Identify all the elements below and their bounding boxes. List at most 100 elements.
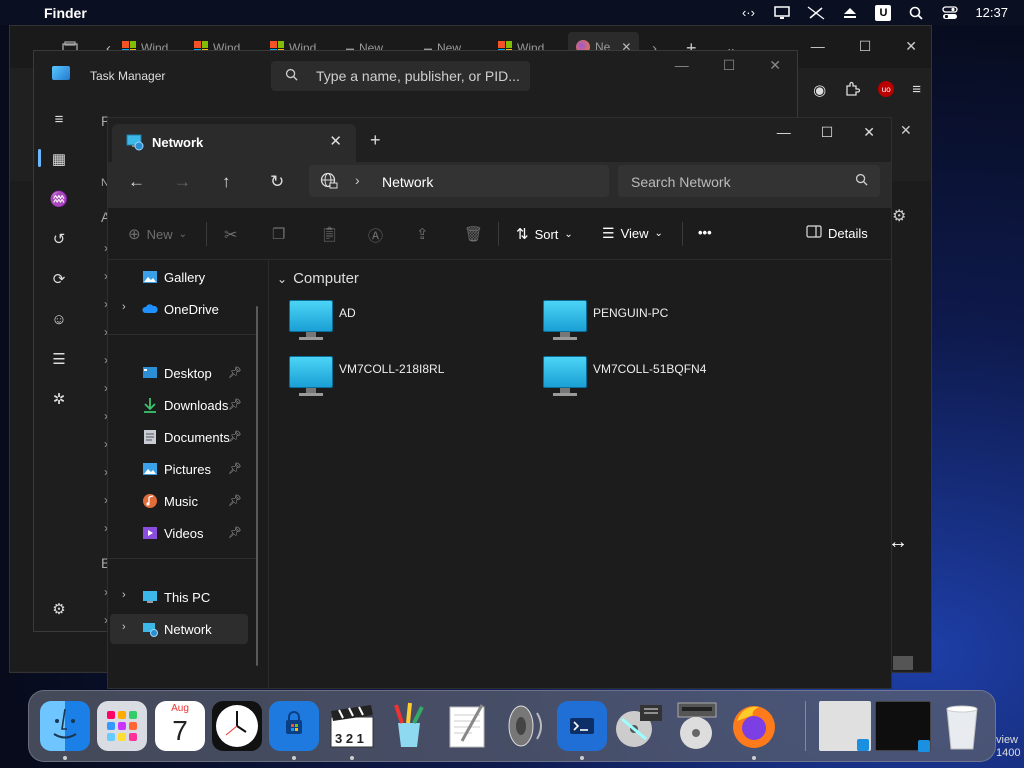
account-icon[interactable]: ◉ bbox=[813, 81, 826, 101]
maximize-icon[interactable]: ☐ bbox=[859, 38, 872, 55]
menu-hamburger-icon[interactable]: ≡ bbox=[912, 81, 921, 101]
firefox-icon[interactable] bbox=[729, 701, 779, 751]
terminal-icon[interactable] bbox=[557, 701, 607, 751]
sidebar-item-desktop[interactable]: Desktop 📌︎ bbox=[110, 358, 246, 388]
back-arrow-icon[interactable]: ← bbox=[128, 172, 145, 192]
more-options-button[interactable]: ••• bbox=[698, 225, 712, 240]
forward-arrow-icon[interactable]: → bbox=[174, 172, 191, 192]
trash-icon[interactable] bbox=[937, 701, 987, 751]
scroll-down-button[interactable] bbox=[893, 656, 913, 670]
maximize-icon[interactable]: ☐ bbox=[723, 57, 736, 74]
app-history-icon[interactable]: ↺ bbox=[46, 226, 72, 252]
active-app-name[interactable]: Finder bbox=[44, 5, 87, 21]
paste-icon[interactable]: 📋︎ bbox=[320, 225, 339, 243]
close-icon[interactable]: ✕ bbox=[905, 38, 917, 55]
hamburger-menu-icon[interactable]: ≡ bbox=[46, 106, 72, 132]
network-computer-item[interactable]: VM7COLL-51BQFN4 bbox=[543, 356, 773, 404]
task-manager-search-box[interactable]: Type a name, publisher, or PID... bbox=[271, 61, 530, 91]
sidebar-item-music[interactable]: Music 📌︎ bbox=[110, 486, 246, 516]
expand-chevron-icon[interactable]: › bbox=[122, 621, 126, 633]
new-tab-plus-icon[interactable]: + bbox=[370, 130, 381, 151]
sort-button[interactable]: ⇅ Sort ⌄ bbox=[516, 225, 573, 243]
services-icon[interactable]: ✲ bbox=[46, 386, 72, 412]
code-brackets-icon[interactable]: ‹·› bbox=[739, 5, 757, 20]
sidebar-item-pictures[interactable]: Pictures 📌︎ bbox=[110, 454, 246, 484]
performance-icon[interactable]: ♒ bbox=[46, 186, 72, 212]
finder-icon[interactable] bbox=[40, 701, 90, 751]
users-icon[interactable]: ☺ bbox=[46, 306, 72, 332]
network-computer-item[interactable]: PENGUIN-PC bbox=[543, 300, 773, 348]
sidebar-item-onedrive[interactable]: › OneDrive bbox=[110, 294, 246, 324]
eject-icon[interactable] bbox=[841, 6, 859, 20]
cut-icon[interactable]: ✂ bbox=[224, 225, 237, 245]
pin-icon[interactable]: 📌︎ bbox=[228, 430, 242, 443]
speaker-icon[interactable] bbox=[499, 701, 549, 751]
explorer-search-box[interactable]: Search Network bbox=[618, 165, 880, 197]
pin-icon[interactable]: 📌︎ bbox=[228, 494, 242, 507]
details-pane-button[interactable]: Details bbox=[806, 225, 868, 241]
breadcrumb-chevron-icon[interactable]: › bbox=[355, 172, 360, 188]
settings-gear-icon[interactable]: ⚙ bbox=[46, 596, 72, 622]
view-button[interactable]: ☰ View ⌄ bbox=[602, 225, 663, 242]
group-header-computer[interactable]: ⌄ Computer bbox=[277, 270, 359, 287]
up-arrow-icon[interactable]: ↑ bbox=[222, 172, 231, 192]
explorer-tab[interactable]: Network ✕ bbox=[112, 124, 356, 162]
minimize-icon[interactable]: — bbox=[777, 124, 791, 141]
expand-chevron-icon[interactable]: › bbox=[122, 589, 126, 601]
ublock-origin-icon[interactable]: uo bbox=[878, 81, 895, 97]
clock-icon[interactable] bbox=[212, 701, 262, 751]
close-icon[interactable]: ✕ bbox=[863, 124, 875, 141]
rename-icon[interactable]: Ⓐ bbox=[368, 225, 383, 246]
minimized-window-thumbnail[interactable] bbox=[819, 701, 871, 751]
settings-gear-icon[interactable]: ⚙ bbox=[892, 206, 906, 226]
address-breadcrumb[interactable]: Network bbox=[382, 174, 433, 190]
sidebar-item-this-pc[interactable]: › This PC bbox=[110, 582, 246, 612]
sidebar-item-gallery[interactable]: Gallery bbox=[110, 262, 246, 292]
running-indicator bbox=[63, 756, 67, 760]
calendar-icon[interactable]: Aug 7 bbox=[155, 701, 205, 751]
refresh-icon[interactable]: ↻ bbox=[270, 172, 284, 192]
startup-apps-icon[interactable]: ⟳ bbox=[46, 266, 72, 292]
minimized-window-thumbnail[interactable] bbox=[875, 701, 931, 752]
running-indicator bbox=[292, 756, 296, 760]
network-computer-item[interactable]: AD bbox=[289, 300, 519, 348]
textedit-icon[interactable] bbox=[442, 701, 492, 751]
u-status-icon[interactable]: U bbox=[875, 4, 892, 21]
dvd-player-icon[interactable] bbox=[614, 701, 664, 751]
address-bar[interactable]: › Network bbox=[309, 165, 609, 197]
sidebar-item-network[interactable]: › Network bbox=[110, 614, 248, 644]
maximize-icon[interactable]: ☐ bbox=[821, 124, 834, 141]
copy-icon[interactable]: ❐ bbox=[272, 225, 285, 243]
new-button[interactable]: ⊕ New ⌄ bbox=[128, 225, 187, 243]
control-center-icon[interactable] bbox=[941, 5, 959, 20]
expand-chevron-icon[interactable]: › bbox=[122, 301, 126, 313]
microsoft-store-icon[interactable] bbox=[269, 701, 319, 751]
sidebar-item-videos[interactable]: Videos 📌︎ bbox=[110, 518, 246, 548]
pin-icon[interactable]: 📌︎ bbox=[228, 366, 242, 379]
minimize-icon[interactable]: — bbox=[811, 38, 825, 55]
sidebar-scrollbar[interactable] bbox=[256, 306, 258, 666]
dvd-burner-icon[interactable] bbox=[672, 701, 722, 751]
clapperboard-icon[interactable]: 3 2 1 bbox=[327, 701, 377, 751]
pin-icon[interactable]: 📌︎ bbox=[228, 398, 242, 411]
launchpad-icon[interactable] bbox=[97, 701, 147, 751]
menubar-clock[interactable]: 12:37 bbox=[975, 5, 1008, 20]
pin-icon[interactable]: 📌︎ bbox=[228, 462, 242, 475]
minimize-icon[interactable]: — bbox=[675, 57, 689, 74]
details-list-icon[interactable]: ☰ bbox=[46, 346, 72, 372]
network-computer-item[interactable]: VM7COLL-218I8RL bbox=[289, 356, 519, 404]
display-icon[interactable] bbox=[773, 5, 791, 20]
notification-close-icon[interactable]: ✕ bbox=[900, 122, 912, 139]
extensions-puzzle-icon[interactable] bbox=[844, 81, 861, 101]
pencil-cup-icon[interactable] bbox=[384, 701, 434, 751]
spotlight-search-icon[interactable] bbox=[907, 6, 925, 20]
pen-disabled-icon[interactable] bbox=[807, 6, 825, 20]
share-icon[interactable]: ⇪ bbox=[416, 225, 429, 243]
tab-close-icon[interactable]: ✕ bbox=[329, 132, 342, 150]
sidebar-item-documents[interactable]: Documents 📌︎ bbox=[110, 422, 246, 452]
pin-icon[interactable]: 📌︎ bbox=[228, 526, 242, 539]
sidebar-item-downloads[interactable]: Downloads 📌︎ bbox=[110, 390, 246, 420]
processes-icon[interactable]: ▦ bbox=[46, 146, 72, 172]
delete-trash-icon[interactable]: 🗑︎ bbox=[464, 225, 483, 243]
close-icon[interactable]: ✕ bbox=[769, 57, 781, 74]
